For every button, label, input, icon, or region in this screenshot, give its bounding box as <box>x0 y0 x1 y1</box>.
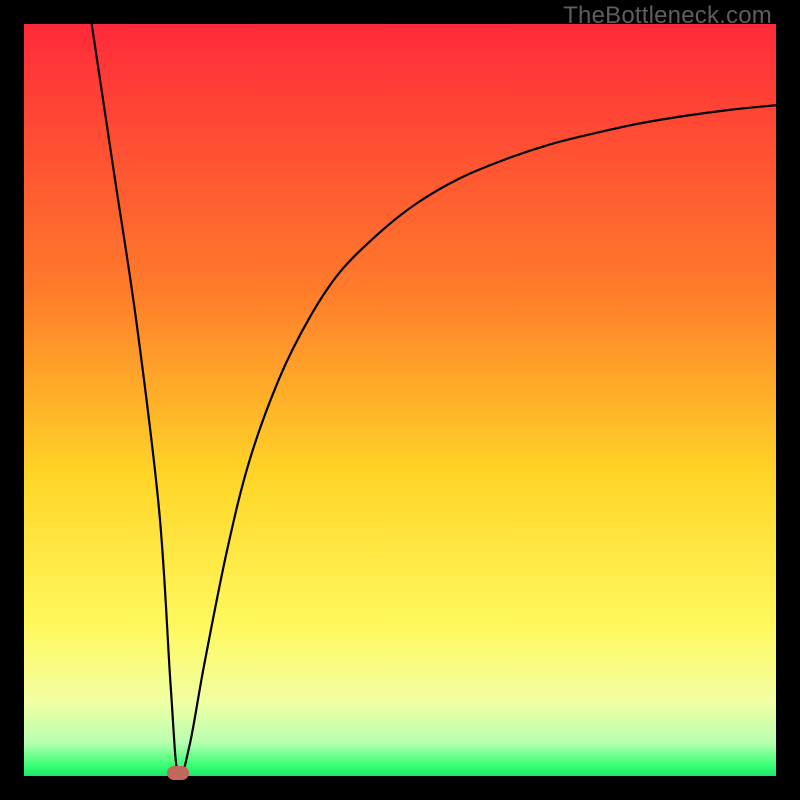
watermark-text: TheBottleneck.com <box>563 2 772 30</box>
chart-frame <box>24 24 776 776</box>
bottleneck-chart <box>24 24 776 776</box>
optimal-point-marker <box>167 766 189 780</box>
heatmap-background <box>24 24 776 776</box>
